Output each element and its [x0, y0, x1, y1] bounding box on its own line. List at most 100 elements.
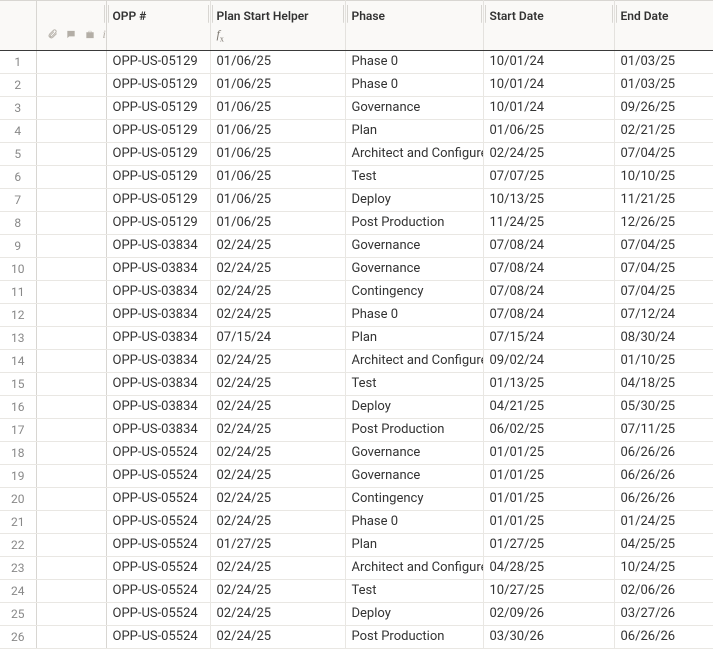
row-number[interactable]: 7: [0, 189, 36, 212]
column-header-helper[interactable]: Plan Start Helper: [210, 1, 345, 27]
cell-end[interactable]: 07/11/25: [614, 419, 713, 442]
cell-helper[interactable]: 01/06/25: [210, 51, 345, 74]
cell-phase[interactable]: Phase 0: [345, 511, 483, 534]
cell-phase[interactable]: Governance: [345, 235, 483, 258]
row-icons[interactable]: [36, 626, 106, 649]
cell-end[interactable]: 04/25/25: [614, 534, 713, 557]
cell-start[interactable]: 10/13/25: [483, 189, 614, 212]
row-icons[interactable]: [36, 396, 106, 419]
cell-phase[interactable]: Phase 0: [345, 51, 483, 74]
cell-opp[interactable]: OPP-US-03834: [106, 281, 210, 304]
cell-opp[interactable]: OPP-US-03834: [106, 419, 210, 442]
cell-helper[interactable]: 07/15/24: [210, 327, 345, 350]
row-icons[interactable]: [36, 120, 106, 143]
row-icons[interactable]: [36, 465, 106, 488]
cell-phase[interactable]: Phase 0: [345, 74, 483, 97]
cell-phase[interactable]: Governance: [345, 97, 483, 120]
row-icons[interactable]: [36, 304, 106, 327]
row-number[interactable]: 12: [0, 304, 36, 327]
table-row[interactable]: 18OPP-US-0552402/24/25Governance01/01/25…: [0, 442, 713, 465]
row-icons[interactable]: [36, 281, 106, 304]
column-header-opp[interactable]: OPP #: [106, 1, 210, 27]
cell-start[interactable]: 02/24/25: [483, 143, 614, 166]
row-number[interactable]: 5: [0, 143, 36, 166]
table-row[interactable]: 8OPP-US-0512901/06/25Post Production11/2…: [0, 212, 713, 235]
cell-end[interactable]: 08/30/24: [614, 327, 713, 350]
cell-opp[interactable]: OPP-US-05524: [106, 534, 210, 557]
info-icon[interactable]: i: [103, 27, 106, 42]
cell-end[interactable]: 06/26/26: [614, 626, 713, 649]
cell-opp[interactable]: OPP-US-03834: [106, 373, 210, 396]
row-icons[interactable]: [36, 442, 106, 465]
cell-end[interactable]: 04/18/25: [614, 373, 713, 396]
cell-phase[interactable]: Test: [345, 373, 483, 396]
cell-helper[interactable]: 02/24/25: [210, 419, 345, 442]
cell-helper[interactable]: 02/24/25: [210, 626, 345, 649]
cell-phase[interactable]: Test: [345, 166, 483, 189]
column-header-phase[interactable]: Phase: [345, 1, 483, 27]
row-icons[interactable]: [36, 603, 106, 626]
table-row[interactable]: 14OPP-US-0383402/24/25Architect and Conf…: [0, 350, 713, 373]
cell-start[interactable]: 01/06/25: [483, 120, 614, 143]
cell-start[interactable]: 01/01/25: [483, 465, 614, 488]
cell-opp[interactable]: OPP-US-05524: [106, 442, 210, 465]
cell-opp[interactable]: OPP-US-03834: [106, 327, 210, 350]
cell-start[interactable]: 01/01/25: [483, 488, 614, 511]
cell-opp[interactable]: OPP-US-05524: [106, 465, 210, 488]
table-row[interactable]: 4OPP-US-0512901/06/25Plan01/06/2502/21/2…: [0, 120, 713, 143]
cell-start[interactable]: 07/15/24: [483, 327, 614, 350]
cell-phase[interactable]: Post Production: [345, 419, 483, 442]
cell-start[interactable]: 07/08/24: [483, 281, 614, 304]
row-icons[interactable]: [36, 511, 106, 534]
table-row[interactable]: 12OPP-US-0383402/24/25Phase 007/08/2407/…: [0, 304, 713, 327]
row-icons[interactable]: [36, 74, 106, 97]
row-number[interactable]: 17: [0, 419, 36, 442]
cell-start[interactable]: 04/28/25: [483, 557, 614, 580]
table-row[interactable]: 16OPP-US-0383402/24/25Deploy04/21/2505/3…: [0, 396, 713, 419]
table-row[interactable]: 1OPP-US-0512901/06/25Phase 010/01/2401/0…: [0, 51, 713, 74]
row-number[interactable]: 24: [0, 580, 36, 603]
row-icons[interactable]: [36, 235, 106, 258]
table-row[interactable]: 19OPP-US-0552402/24/25Governance01/01/25…: [0, 465, 713, 488]
row-icons[interactable]: [36, 97, 106, 120]
cell-helper[interactable]: 02/24/25: [210, 235, 345, 258]
cell-opp[interactable]: OPP-US-03834: [106, 350, 210, 373]
cell-helper[interactable]: 01/06/25: [210, 120, 345, 143]
cell-phase[interactable]: Governance: [345, 465, 483, 488]
cell-end[interactable]: 01/10/25: [614, 350, 713, 373]
cell-opp[interactable]: OPP-US-05129: [106, 74, 210, 97]
attachment-icon[interactable]: [47, 28, 58, 40]
cell-end[interactable]: 05/30/25: [614, 396, 713, 419]
row-number[interactable]: 23: [0, 557, 36, 580]
cell-end[interactable]: 06/26/26: [614, 442, 713, 465]
row-number[interactable]: 14: [0, 350, 36, 373]
cell-helper[interactable]: 01/06/25: [210, 97, 345, 120]
row-icons[interactable]: [36, 327, 106, 350]
cell-end[interactable]: 12/26/25: [614, 212, 713, 235]
cell-end[interactable]: 02/06/26: [614, 580, 713, 603]
cell-opp[interactable]: OPP-US-03834: [106, 258, 210, 281]
row-number[interactable]: 1: [0, 51, 36, 74]
briefcase-icon[interactable]: [84, 29, 96, 40]
cell-helper[interactable]: 02/24/25: [210, 580, 345, 603]
cell-phase[interactable]: Contingency: [345, 281, 483, 304]
row-number[interactable]: 11: [0, 281, 36, 304]
cell-start[interactable]: 07/08/24: [483, 304, 614, 327]
cell-phase[interactable]: Plan: [345, 534, 483, 557]
cell-phase[interactable]: Governance: [345, 442, 483, 465]
table-row[interactable]: 13OPP-US-0383407/15/24Plan07/15/2408/30/…: [0, 327, 713, 350]
cell-start[interactable]: 01/27/25: [483, 534, 614, 557]
rownum-header[interactable]: [0, 1, 36, 27]
cell-opp[interactable]: OPP-US-05524: [106, 488, 210, 511]
cell-phase[interactable]: Deploy: [345, 396, 483, 419]
table-row[interactable]: 24OPP-US-0552402/24/25Test10/27/2502/06/…: [0, 580, 713, 603]
table-row[interactable]: 3OPP-US-0512901/06/25Governance10/01/240…: [0, 97, 713, 120]
row-icons[interactable]: [36, 580, 106, 603]
cell-start[interactable]: 07/07/25: [483, 166, 614, 189]
cell-phase[interactable]: Governance: [345, 258, 483, 281]
table-row[interactable]: 7OPP-US-0512901/06/25Deploy10/13/2511/21…: [0, 189, 713, 212]
cell-phase[interactable]: Test: [345, 580, 483, 603]
cell-end[interactable]: 10/24/25: [614, 557, 713, 580]
row-icons[interactable]: [36, 51, 106, 74]
cell-phase[interactable]: Deploy: [345, 189, 483, 212]
